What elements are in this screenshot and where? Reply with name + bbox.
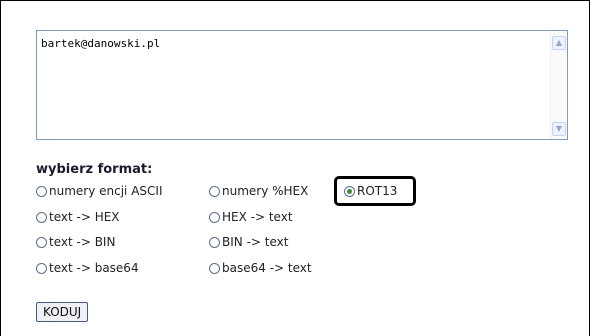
radio-icon[interactable]: [36, 211, 47, 223]
option-label: numery %HEX: [222, 184, 309, 198]
radio-icon[interactable]: [209, 236, 220, 248]
radio-icon[interactable]: [36, 262, 47, 274]
radio-icon[interactable]: [209, 211, 220, 223]
option-ascii-entities[interactable]: numery encji ASCII: [36, 183, 162, 199]
option-base64-to-text[interactable]: base64 -> text: [209, 260, 312, 276]
option-label: text -> BIN: [49, 235, 116, 249]
format-heading: wybierz format:: [36, 162, 153, 177]
radio-icon[interactable]: [209, 185, 220, 197]
option-label: text -> base64: [49, 261, 139, 275]
scroll-up-icon[interactable]: ▲: [552, 36, 566, 50]
option-label: BIN -> text: [222, 235, 289, 249]
option-label: base64 -> text: [222, 261, 312, 275]
option-text-to-base64[interactable]: text -> base64: [36, 260, 139, 276]
option-percent-hex[interactable]: numery %HEX: [209, 183, 308, 199]
radio-icon[interactable]: [36, 236, 47, 248]
textarea-content: bartek@danowski.pl: [41, 37, 161, 50]
option-text-to-hex[interactable]: text -> HEX: [36, 209, 120, 225]
option-bin-to-text[interactable]: BIN -> text: [209, 234, 288, 250]
input-textarea[interactable]: bartek@danowski.pl ▲ ▼: [36, 30, 568, 140]
option-label: numery encji ASCII: [49, 184, 163, 198]
highlight-box: [334, 176, 416, 206]
scroll-down-icon[interactable]: ▼: [552, 122, 566, 136]
option-label: HEX -> text: [222, 210, 293, 224]
textarea-scrollbar[interactable]: ▲ ▼: [550, 31, 567, 139]
option-label: text -> HEX: [49, 210, 120, 224]
radio-icon[interactable]: [36, 185, 47, 197]
option-text-to-bin[interactable]: text -> BIN: [36, 234, 115, 250]
encode-button[interactable]: KODUJ: [36, 302, 89, 322]
radio-icon[interactable]: [209, 262, 220, 274]
option-hex-to-text[interactable]: HEX -> text: [209, 209, 293, 225]
